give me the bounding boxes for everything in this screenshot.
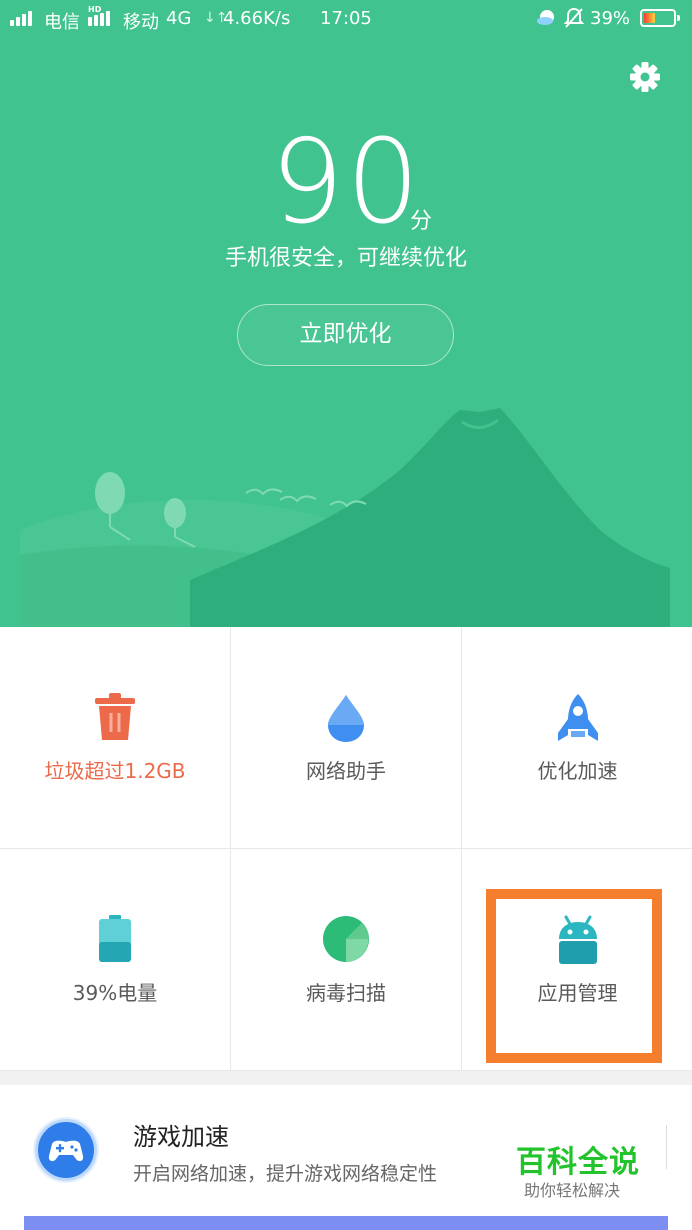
junk-clean-label: 垃圾超过1.2GB [44, 759, 186, 783]
card-divider [666, 1125, 667, 1169]
mute-icon [564, 7, 584, 28]
battery-label: 39%电量 [72, 981, 158, 1005]
score-unit: 分 [410, 209, 433, 234]
weather-icon [537, 10, 554, 25]
speed-boost-label: 优化加速 [537, 759, 618, 783]
carrier-label: 电信 [44, 12, 80, 33]
security-score: 90 [270, 115, 422, 250]
virus-scan-label: 病毒扫描 [306, 981, 386, 1005]
network-type: 4G [166, 8, 192, 29]
rocket-icon [557, 694, 598, 741]
junk-clean-tile[interactable]: 垃圾超过1.2GB [0, 627, 231, 849]
game-acceleration-card[interactable]: 游戏加速 开启网络加速，提升游戏网络稳定性 百科全说 助你轻松解决 [0, 1085, 692, 1230]
trash-icon [95, 693, 135, 740]
carrier-label-2: 移动 [123, 12, 159, 33]
game-acceleration-description: 开启网络加速，提升游戏网络稳定性 [133, 1163, 438, 1185]
watermark-title: 百科全说 [516, 1145, 640, 1180]
gamepad-icon [35, 1119, 97, 1181]
signal-strength-icon-2 [88, 10, 114, 26]
highlight-annotation [486, 889, 662, 1063]
game-acceleration-title: 游戏加速 [133, 1123, 229, 1151]
gear-icon[interactable] [628, 60, 662, 94]
signal-strength-icon [10, 10, 36, 26]
battery-percent: 39% [590, 8, 631, 29]
battery-status-icon [640, 9, 680, 27]
network-assistant-tile[interactable]: 网络助手 [231, 627, 462, 849]
landscape-illustration [20, 408, 670, 627]
status-bar: 电信 HD 移动 4G ↓↑ 4.66K/s 17:05 39% [0, 0, 692, 38]
virus-scan-icon [323, 916, 369, 962]
network-assistant-label: 网络助手 [306, 759, 386, 783]
header-panel: 电信 HD 移动 4G ↓↑ 4.66K/s 17:05 39% 90 分 手机… [0, 0, 692, 627]
security-status-text: 手机很安全，可继续优化 [224, 246, 467, 271]
virus-scan-tile[interactable]: 病毒扫描 [231, 849, 462, 1071]
battery-icon [99, 915, 131, 962]
speed-boost-tile[interactable]: 优化加速 [462, 627, 692, 849]
optimize-now-button[interactable]: 立即优化 [237, 304, 454, 366]
battery-tile[interactable]: 39%电量 [0, 849, 231, 1071]
network-speed: 4.66K/s [223, 8, 291, 29]
next-card-edge [24, 1216, 668, 1230]
watermark-subtitle: 助你轻松解决 [524, 1181, 621, 1200]
section-divider [0, 1071, 692, 1085]
water-drop-icon [328, 695, 364, 742]
clock: 17:05 [320, 8, 372, 29]
